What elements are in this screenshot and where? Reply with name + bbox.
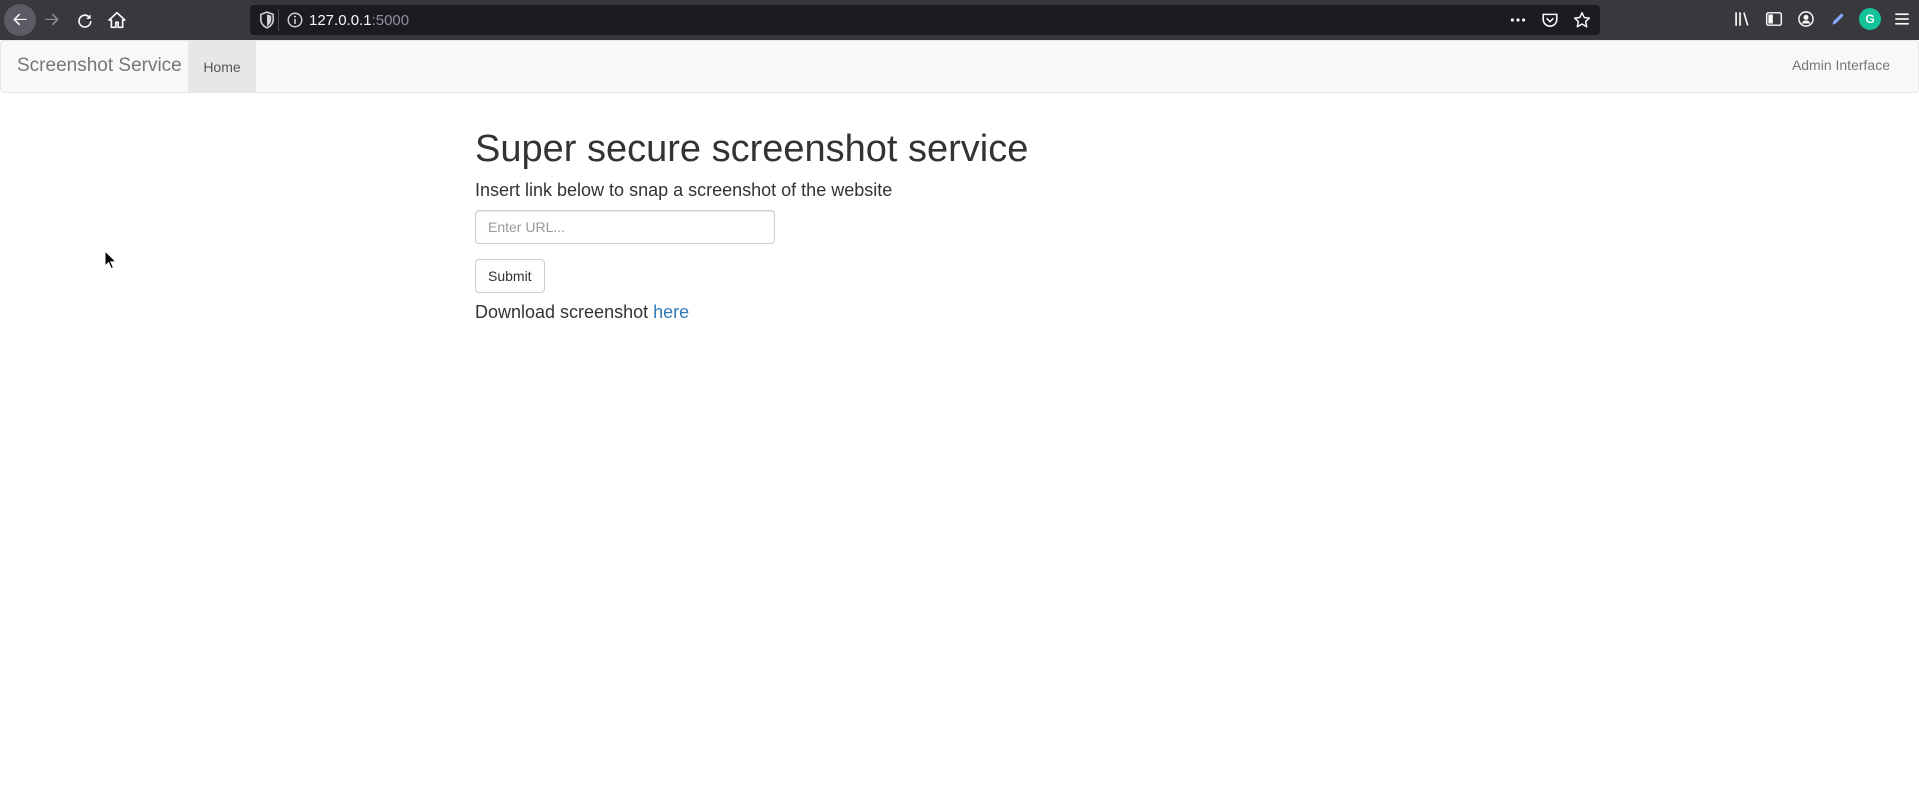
library-icon <box>1735 12 1749 26</box>
page-subtitle: Insert link below to snap a screenshot o… <box>475 180 893 200</box>
forward-button[interactable] <box>36 4 68 36</box>
bookmark-button[interactable] <box>1572 10 1592 30</box>
download-link[interactable]: here <box>653 302 689 322</box>
shield-icon[interactable] <box>258 11 276 29</box>
back-button[interactable] <box>4 4 36 36</box>
grammarly-icon: G <box>1859 8 1881 30</box>
arrow-right-icon <box>45 13 59 26</box>
reload-icon <box>78 14 92 28</box>
url-port: :5000 <box>371 12 410 29</box>
star-icon <box>1573 11 1591 28</box>
hamburger-icon <box>1895 13 1909 25</box>
grammarly-button[interactable]: G <box>1859 8 1881 30</box>
arrow-left-icon <box>13 13 27 26</box>
page-title: Super secure screenshot service <box>475 128 1029 170</box>
nav-admin-link[interactable]: Admin Interface <box>1792 57 1890 73</box>
reload-button[interactable] <box>69 4 101 36</box>
library-button[interactable] <box>1731 8 1753 30</box>
url-bar[interactable]: 127.0.0.1:5000 <box>250 5 1600 35</box>
ellipsis-icon <box>1510 18 1526 22</box>
page-actions-button[interactable] <box>1508 10 1528 30</box>
nav-home-link[interactable]: Home <box>188 41 256 92</box>
url-divider <box>278 9 279 31</box>
download-label: Download screenshot <box>475 302 654 322</box>
home-icon <box>108 11 126 29</box>
browser-toolbar: 127.0.0.1:5000 G <box>0 0 1919 40</box>
sidebar-icon <box>1765 12 1783 26</box>
url-input[interactable] <box>475 210 775 244</box>
main-content: Super secure screenshot service Insert l… <box>475 124 1375 323</box>
url-host: 127.0.0.1 <box>309 12 372 29</box>
home-button[interactable] <box>101 4 133 36</box>
navbar-brand[interactable]: Screenshot Service <box>17 55 182 77</box>
pocket-button[interactable] <box>1540 10 1560 30</box>
info-icon[interactable] <box>286 11 304 29</box>
pen-icon <box>1832 13 1844 25</box>
sidebar-button[interactable] <box>1763 8 1785 30</box>
cursor-icon <box>104 250 118 270</box>
pocket-icon <box>1542 13 1558 27</box>
url-text[interactable]: 127.0.0.1:5000 <box>309 12 409 29</box>
account-button[interactable] <box>1795 8 1817 30</box>
submit-button[interactable]: Submit <box>475 259 545 293</box>
menu-button[interactable] <box>1891 8 1913 30</box>
site-navbar: Screenshot Service Home Admin Interface <box>0 40 1919 93</box>
download-text: Download screenshot here <box>475 302 1375 323</box>
extension-button[interactable] <box>1827 8 1849 30</box>
account-icon <box>1798 11 1814 27</box>
